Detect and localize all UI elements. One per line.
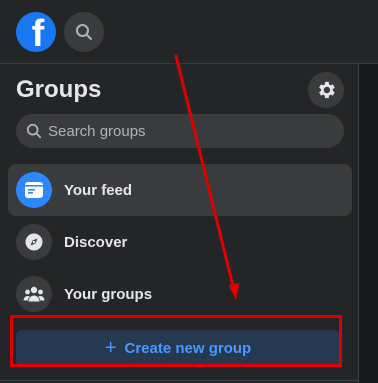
plus-icon: + [104, 337, 117, 359]
groups-sidebar: Groups Your feed [0, 64, 358, 383]
search-icon [26, 123, 42, 139]
search-button[interactable] [64, 12, 104, 52]
nav-item-label: Your groups [64, 285, 153, 303]
search-groups-box[interactable] [16, 114, 344, 148]
gear-icon [319, 81, 335, 99]
page-title: Groups [16, 76, 102, 103]
nav-item-your-groups[interactable]: Your groups [8, 268, 352, 320]
logo-letter: f [31, 13, 45, 52]
nav-item-your-feed[interactable]: Your feed [8, 164, 352, 216]
compass-icon-container [16, 224, 52, 260]
feed-icon-container [16, 172, 52, 208]
top-bar: f [0, 0, 378, 64]
groups-icon-container [16, 276, 52, 312]
nav-item-label: Discover [64, 233, 128, 251]
settings-button[interactable] [308, 72, 344, 108]
search-input[interactable] [48, 122, 328, 140]
nav-item-label: Your feed [64, 181, 133, 199]
create-new-group-button[interactable]: + Create new group [16, 330, 340, 366]
bottom-divider [0, 380, 358, 381]
search-icon [76, 24, 92, 40]
right-divider [358, 64, 359, 383]
facebook-logo[interactable]: f [16, 12, 56, 52]
create-button-label: Create new group [124, 339, 252, 357]
groups-icon [23, 286, 45, 302]
compass-icon [25, 233, 43, 251]
nav-item-discover[interactable]: Discover [8, 216, 352, 268]
feed-icon [25, 182, 43, 198]
